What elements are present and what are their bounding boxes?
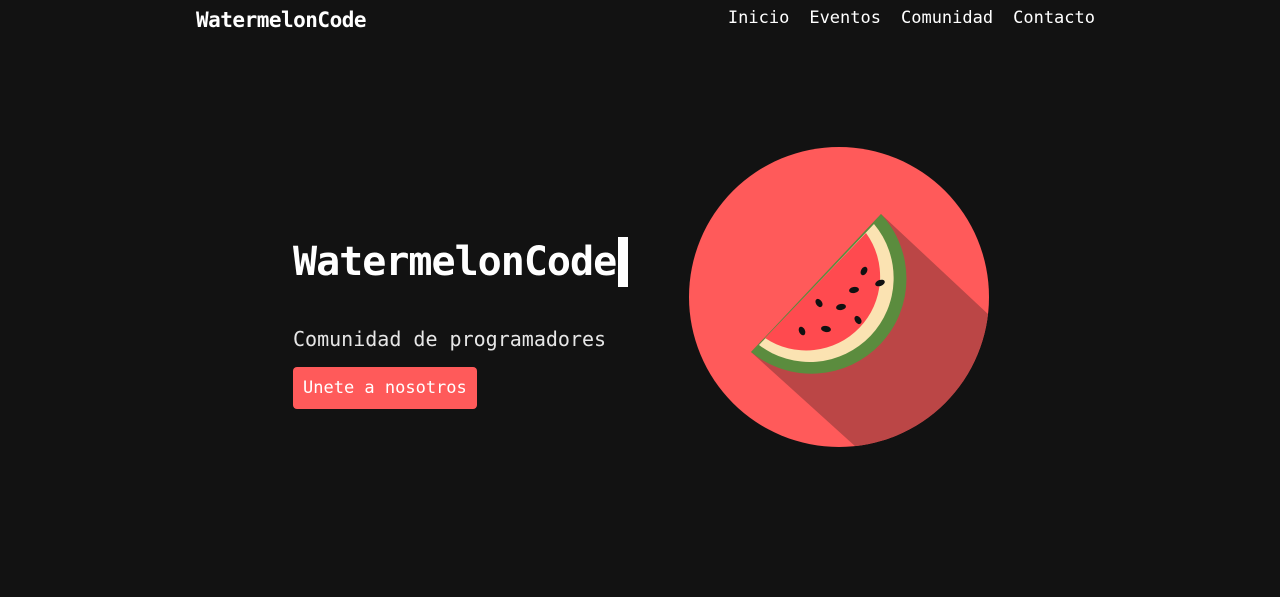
nav-links: Inicio Eventos Comunidad Contacto	[728, 8, 1095, 28]
join-us-button[interactable]: Unete a nosotros	[293, 367, 477, 409]
typing-cursor	[618, 237, 629, 287]
navbar: WatermelonCode Inicio Eventos Comunidad …	[0, 0, 1280, 42]
hero-subtitle: Comunidad de programadores	[293, 327, 607, 351]
hero-title-wrap: WatermelonCode	[293, 236, 629, 288]
nav-link-inicio[interactable]: Inicio	[728, 8, 789, 28]
brand-logo-link[interactable]: WatermelonCode	[196, 8, 367, 32]
hero-title: WatermelonCode	[293, 239, 617, 285]
nav-link-eventos[interactable]: Eventos	[809, 8, 881, 28]
nav-link-comunidad[interactable]: Comunidad	[901, 8, 993, 28]
watermelon-slice-icon	[689, 147, 989, 447]
hero-title-container: WatermelonCode	[293, 236, 629, 288]
nav-link-contacto[interactable]: Contacto	[1013, 8, 1095, 28]
